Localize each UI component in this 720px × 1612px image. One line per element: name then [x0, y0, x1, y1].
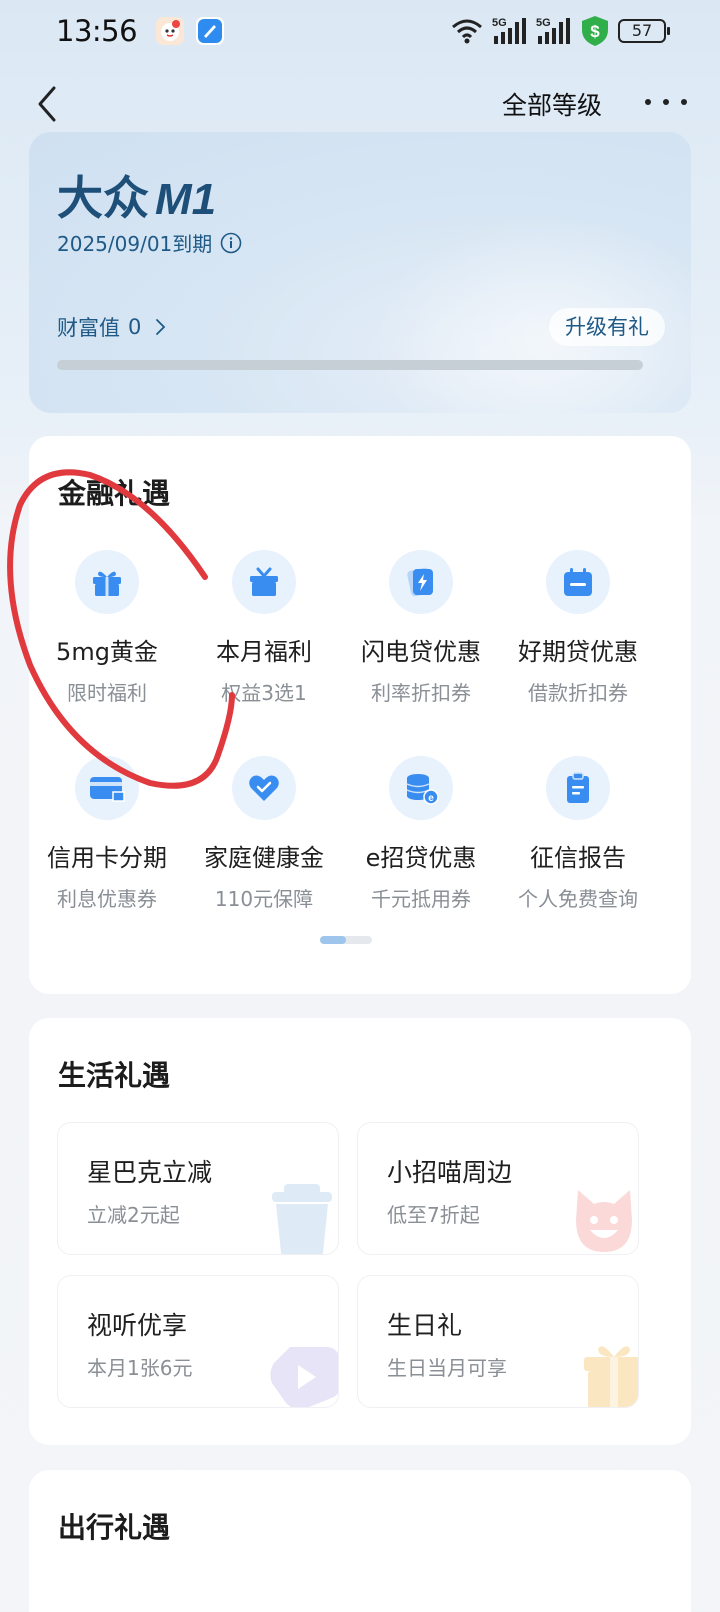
- perk-subtitle: 利息优惠券: [57, 887, 157, 911]
- svg-text:5G: 5G: [536, 17, 551, 29]
- level-title: 大众 M1: [57, 162, 216, 228]
- perk-name: e招贷优惠: [365, 844, 477, 872]
- play-icon: [270, 1347, 338, 1407]
- expire-date: 2025/09/01到期: [57, 232, 213, 256]
- perk-name: 好期贷优惠: [518, 638, 638, 666]
- heart-check-icon: [232, 756, 296, 820]
- level-code: M1: [155, 175, 217, 224]
- status-bar: 13:56 5G 5G $ 57: [0, 0, 720, 66]
- perk-subtitle: 千元抵用券: [371, 887, 471, 911]
- perk-subtitle: 借款折扣券: [528, 681, 628, 705]
- tile-title: 星巴克立减: [87, 1158, 213, 1187]
- svg-text:$: $: [590, 22, 600, 41]
- travel-perks-section: 出行礼遇: [29, 1470, 691, 1612]
- status-time: 13:56: [56, 14, 138, 48]
- perk-installment-loan[interactable]: 好期贷优惠 借款折扣券: [498, 550, 658, 706]
- app-notification-icon: [156, 17, 184, 45]
- perk-name: 闪电贷优惠: [361, 638, 481, 666]
- perk-family-health[interactable]: 家庭健康金 110元保障: [184, 756, 344, 912]
- tile-subtitle: 本月1张6元: [87, 1356, 193, 1380]
- perk-name: 信用卡分期: [47, 844, 167, 872]
- page-indicator: [320, 936, 372, 944]
- app-notification-icon: [196, 17, 224, 45]
- perk-card-installment[interactable]: 信用卡分期 利息优惠券: [27, 756, 187, 912]
- expire-row: 2025/09/01到期: [57, 228, 242, 257]
- tile-subtitle: 低至7折起: [387, 1203, 480, 1227]
- finance-perks-section: 金融礼遇 5mg黄金 限时福利 本月福利 权益3选1 闪电贷优惠 利率折扣券 好…: [29, 436, 691, 994]
- back-button[interactable]: [30, 82, 70, 126]
- chevron-left-icon: [38, 86, 56, 122]
- credit-card-icon: [75, 756, 139, 820]
- more-button[interactable]: [642, 84, 690, 120]
- perk-credit-report[interactable]: 征信报告 个人免费查询: [498, 756, 658, 912]
- signal-5g-icon: 5G: [536, 17, 570, 44]
- life-tile-cat-merch[interactable]: 小招喵周边 低至7折起: [357, 1122, 639, 1255]
- chevron-right-icon: [156, 319, 166, 335]
- perk-flash-loan[interactable]: 闪电贷优惠 利率折扣券: [341, 550, 501, 706]
- perk-subtitle: 个人免费查询: [518, 887, 638, 911]
- tile-subtitle: 立减2元起: [87, 1203, 180, 1227]
- upgrade-gift-button[interactable]: 升级有礼: [549, 308, 665, 346]
- page-indicator-active: [320, 936, 346, 944]
- perk-subtitle: 利率折扣券: [371, 681, 471, 705]
- signal-5g-icon: 5G: [492, 17, 526, 44]
- status-icons: 5G 5G $ 57: [450, 14, 670, 48]
- member-level-card: 大众 M1 2025/09/01到期 财富值 0 升级有礼: [29, 132, 691, 413]
- gift-box-icon: [232, 550, 296, 614]
- perk-subtitle: 110元保障: [214, 887, 314, 911]
- info-icon[interactable]: [220, 232, 242, 254]
- all-levels-link[interactable]: 全部等级: [502, 86, 602, 122]
- perk-e-loan[interactable]: e e招贷优惠 千元抵用券: [341, 756, 501, 912]
- clipboard-icon: [546, 756, 610, 820]
- wealth-progress-bar: [57, 360, 643, 370]
- perk-subtitle: 限时福利: [67, 681, 147, 705]
- life-tile-starbucks[interactable]: 星巴克立减 立减2元起: [57, 1122, 339, 1255]
- more-dots-icon: [645, 99, 687, 105]
- wealth-value-link[interactable]: 财富值 0: [57, 312, 167, 342]
- tile-title: 小招喵周边: [387, 1158, 513, 1187]
- life-tile-media[interactable]: 视听优享 本月1张6元: [57, 1275, 339, 1408]
- wealth-label: 财富值: [57, 316, 120, 340]
- tile-title: 视听优享: [87, 1311, 188, 1340]
- section-title: 生活礼遇: [58, 1059, 171, 1092]
- life-tile-birthday[interactable]: 生日礼 生日当月可享: [357, 1275, 639, 1408]
- perk-name: 家庭健康金: [204, 844, 324, 872]
- life-perks-section: 生活礼遇 星巴克立减 立减2元起 小招喵周边 低至7折起 视听优享 本月1张6元…: [29, 1018, 691, 1445]
- cup-icon: [272, 1184, 332, 1254]
- wealth-value: 0: [128, 315, 142, 339]
- birthday-gift-icon: [584, 1346, 638, 1407]
- perk-gold[interactable]: 5mg黄金 限时福利: [27, 550, 187, 706]
- calendar-icon: [546, 550, 610, 614]
- perk-name: 5mg黄金: [56, 638, 158, 666]
- perk-monthly-benefit[interactable]: 本月福利 权益3选1: [184, 550, 344, 706]
- shield-dollar-icon: $: [582, 16, 608, 46]
- perk-subtitle: 权益3选1: [221, 681, 307, 705]
- section-title: 金融礼遇: [58, 477, 171, 510]
- tile-title: 生日礼: [387, 1311, 463, 1340]
- perk-name: 本月福利: [216, 638, 312, 666]
- perk-name: 征信报告: [530, 844, 626, 872]
- gift-icon: [75, 550, 139, 614]
- lightning-icon: [389, 550, 453, 614]
- wifi-icon: [452, 19, 482, 44]
- coins-icon: e: [389, 756, 453, 820]
- level-name: 大众: [57, 171, 149, 225]
- cat-icon: [576, 1190, 632, 1252]
- svg-text:e: e: [428, 793, 434, 804]
- tile-subtitle: 生日当月可享: [387, 1356, 507, 1380]
- section-title: 出行礼遇: [58, 1511, 171, 1544]
- svg-text:5G: 5G: [492, 17, 507, 29]
- battery-level: 57: [631, 21, 653, 40]
- battery-icon: 57: [618, 19, 670, 43]
